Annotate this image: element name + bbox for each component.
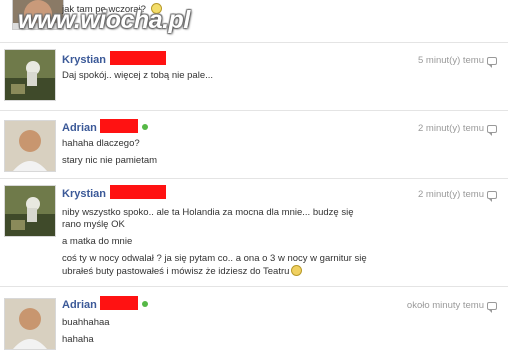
reply-icon[interactable] [487,125,497,136]
chat-thread: jak tam po wczoraj? www.wiocha.pl Krysti… [0,0,508,353]
divider [0,178,508,179]
redacted-surname [100,119,138,133]
timestamp[interactable]: około minuty temu [407,300,484,311]
divider [0,110,508,111]
message-line: buahhahaa [62,317,110,328]
redacted-surname [110,185,166,199]
divider [0,42,508,43]
avatar-photo [5,50,55,100]
reply-icon[interactable] [487,57,497,68]
divider [0,286,508,287]
timestamp[interactable]: 5 minut(y) temu [418,55,484,66]
avatar[interactable] [4,185,56,237]
timestamp[interactable]: 2 minut(y) temu [418,189,484,200]
message-line: ubrałeś buty pastowałeś i mówisz że idzi… [62,265,303,278]
reply-icon[interactable] [487,191,497,202]
message-line: hahaha dlaczego? [62,138,140,149]
avatar[interactable] [4,49,56,101]
avatar[interactable] [4,298,56,350]
timestamp[interactable]: 2 minut(y) temu [418,123,484,134]
redacted-surname [110,51,166,65]
message-line: hahaha [62,334,94,345]
redacted-surname [100,296,138,310]
message-line: coś ty w nocy odwalał ? ja się pytam co.… [62,253,367,264]
message-line: rano myślę OK [62,219,125,230]
avatar-photo [5,186,55,236]
watermark: www.wiocha.pl [18,6,190,34]
message-line: niby wszystko spoko.. ale ta Holandia za… [62,207,354,218]
online-dot-icon [142,301,148,307]
reply-icon[interactable] [487,302,497,313]
author-name[interactable]: Krystian [62,188,106,200]
message-line: stary nic nie pamietam [62,155,158,166]
avatar-photo [5,299,55,349]
avatar-photo [5,121,55,171]
author-name[interactable]: Adrian [62,299,97,311]
author-name[interactable]: Adrian [62,122,97,134]
message-line: a matka do mnie [62,236,133,247]
avatar[interactable] [4,120,56,172]
author-name[interactable]: Krystian [62,54,106,66]
online-dot-icon [142,124,148,130]
embarrassed-smiley-icon [291,265,303,276]
message-line: Daj spokój.. więcej z tobą nie pale... [62,70,214,81]
